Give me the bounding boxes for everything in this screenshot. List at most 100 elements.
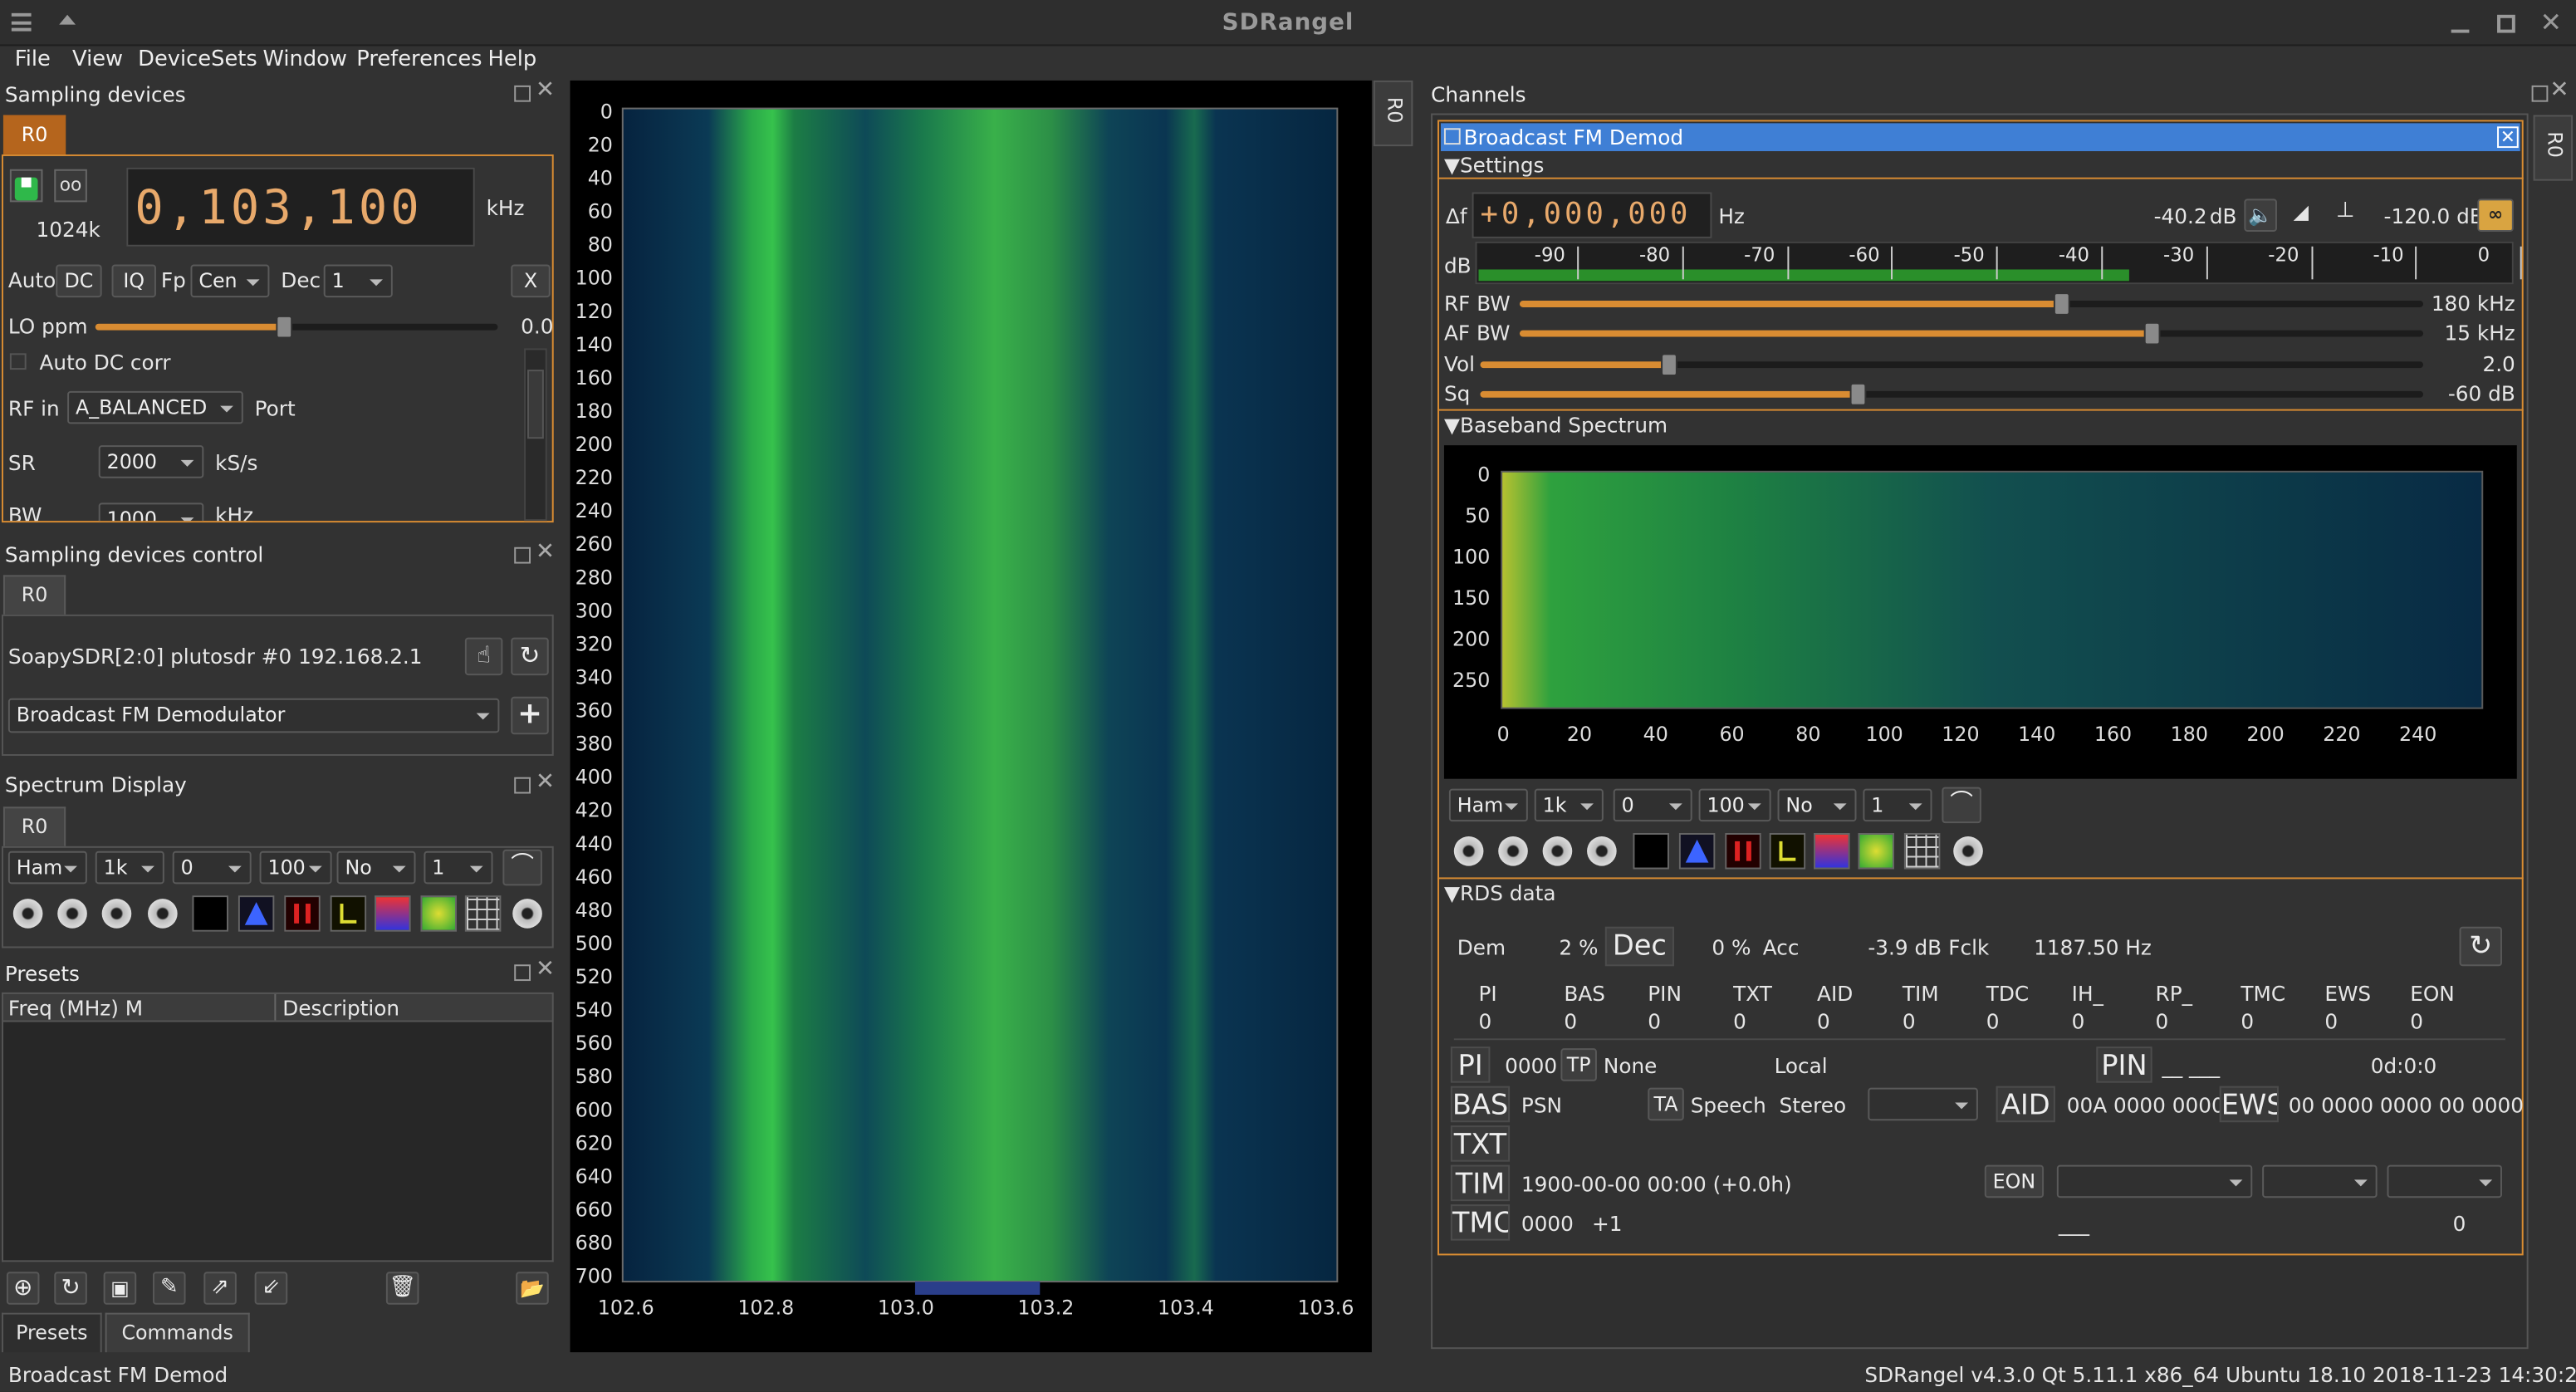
tab-channels-r0[interactable]: R0 <box>2533 115 2574 181</box>
dec-select[interactable]: 1 <box>323 264 393 298</box>
averaging-select[interactable]: No <box>336 850 416 885</box>
menu-file[interactable]: File <box>15 47 51 72</box>
range-select[interactable]: 100 <box>259 850 332 885</box>
max-hold-icon[interactable] <box>238 895 275 932</box>
linear-scale-icon[interactable]: ⌒ <box>502 849 542 886</box>
freq-column-header[interactable]: Freq (MHz) M <box>8 996 143 1021</box>
float-dock-icon[interactable] <box>2531 85 2549 102</box>
vertical-scrollbar[interactable] <box>524 348 547 522</box>
menu-view[interactable]: View <box>72 47 123 72</box>
signal-icon[interactable]: ◢ <box>2294 200 2309 223</box>
grid-intensity-knob[interactable] <box>148 899 178 929</box>
edit-icon[interactable]: ✎ <box>152 1272 186 1305</box>
add-channel-icon[interactable]: + <box>511 696 549 735</box>
close-dock-icon[interactable]: ✕ <box>536 769 555 796</box>
bb-avg-count-select[interactable]: 1 <box>1863 788 1932 822</box>
tab-device-control-r0[interactable]: R0 <box>2 575 66 615</box>
bb-ref-level-select[interactable]: 0 <box>1613 788 1692 822</box>
bb-waterfall-icon[interactable] <box>1814 833 1850 870</box>
bas-af-select[interactable] <box>1868 1087 1978 1121</box>
sr-select[interactable]: 2000 <box>98 445 204 478</box>
iq-button[interactable]: IQ <box>111 264 156 298</box>
fft-size-select[interactable]: 1k <box>95 850 164 885</box>
offset-frequency-dial[interactable]: +0,000,000 <box>1472 192 1712 238</box>
menu-preferences[interactable]: Preferences <box>356 47 482 72</box>
setting-slider[interactable] <box>1480 382 2424 406</box>
histogram-icon[interactable] <box>330 895 367 932</box>
decay-divisor-knob[interactable] <box>57 899 87 929</box>
ref-level-select[interactable]: 0 <box>172 850 252 885</box>
start-stop-button[interactable] <box>9 169 43 203</box>
eon-station-select[interactable] <box>2056 1164 2253 1198</box>
bb-decay-divisor-knob[interactable] <box>1498 836 1528 866</box>
waterfall-icon[interactable] <box>375 895 411 932</box>
link-icon[interactable]: ∞ <box>2477 199 2514 232</box>
speaker-icon[interactable]: 🔈 <box>2244 199 2277 232</box>
frequency-dial[interactable]: 0,103,100 <box>126 167 475 247</box>
rf-in-select[interactable]: A_BALANCED <box>67 390 243 424</box>
bw-select[interactable]: 1000 <box>98 502 204 522</box>
bb-grid-icon[interactable] <box>1903 833 1941 870</box>
waterfall-svg[interactable]: 0 20 40 60 80 100 120 140 160 180 200 220 240 260 280 3… <box>570 81 1371 1352</box>
bb-decay-knob[interactable] <box>1453 836 1484 866</box>
baseband-svg[interactable]: 0 50 100 150 200 250 0 20 40 60 80 100 120 140 160 180… <box>1444 445 2517 779</box>
close-channel-icon[interactable]: ✕ <box>2497 126 2519 149</box>
bb-window-select[interactable]: Ham <box>1448 788 1528 822</box>
tab-sampling-r0[interactable]: R0 <box>2 115 66 154</box>
channel-select[interactable]: Broadcast FM Demodulator <box>7 698 500 733</box>
bb-range-select[interactable]: 100 <box>1698 788 1771 822</box>
reset-rds-icon[interactable]: ↻ <box>2459 926 2502 967</box>
setting-slider[interactable] <box>1519 292 2424 316</box>
bb-linear-scale-icon[interactable]: ⌒ <box>1942 787 1981 824</box>
tab-commands[interactable]: Commands <box>105 1312 250 1353</box>
fp-select[interactable]: Cen <box>190 264 270 298</box>
dc-button[interactable]: DC <box>56 264 102 298</box>
float-dock-icon[interactable] <box>514 777 531 794</box>
tab-presets[interactable]: Presets <box>1 1312 102 1353</box>
close-dock-icon[interactable]: ✕ <box>536 956 555 983</box>
minimize-icon[interactable] <box>2451 29 2470 33</box>
current-icon[interactable] <box>284 895 321 932</box>
bb-level-knob[interactable] <box>1953 836 1983 866</box>
bb-grid-intensity-knob[interactable] <box>1587 836 1617 866</box>
new-preset-icon[interactable]: ⊕ <box>6 1272 40 1305</box>
eon-af-select[interactable] <box>2262 1164 2378 1198</box>
save-icon[interactable]: ▣ <box>103 1272 137 1305</box>
presets-list[interactable] <box>1 1022 554 1262</box>
close-dock-icon[interactable]: ✕ <box>536 539 555 566</box>
record-icon[interactable]: oo <box>54 169 87 203</box>
avg-count-select[interactable]: 1 <box>424 850 493 885</box>
export-icon[interactable]: ⇗ <box>203 1272 237 1305</box>
bb-histogram-icon[interactable] <box>1769 833 1806 870</box>
bb-fft-size-select[interactable]: 1k <box>1534 788 1604 822</box>
bb-max-hold-icon[interactable] <box>1678 833 1716 870</box>
menu-window[interactable]: Window <box>263 47 347 72</box>
squelch-icon[interactable]: ⊥ <box>2336 199 2354 223</box>
setting-slider[interactable] <box>1519 322 2424 346</box>
float-dock-icon[interactable] <box>514 547 531 564</box>
close-device-button[interactable]: X <box>511 264 551 298</box>
lo-ppm-slider[interactable] <box>95 315 498 339</box>
tab-waterfall-r0[interactable]: R0 <box>1373 80 1413 147</box>
clear-spectrum-icon[interactable] <box>192 895 228 932</box>
rds-rollup[interactable]: ▼RDS data <box>1444 880 1556 905</box>
spectrum-level-knob[interactable] <box>512 899 542 929</box>
bb-averaging-select[interactable]: No <box>1777 788 1857 822</box>
settings-rollup[interactable]: ▼Settings <box>1444 153 1544 178</box>
float-dock-icon[interactable] <box>514 964 531 982</box>
decay-knob[interactable] <box>12 899 43 929</box>
close-window-icon[interactable]: ✕ <box>2539 7 2562 38</box>
close-dock-icon[interactable]: ✕ <box>536 77 555 104</box>
bb-stroke-knob[interactable] <box>1542 836 1573 866</box>
reload-device-icon[interactable]: ↻ <box>511 637 549 676</box>
menu-help[interactable]: Help <box>488 47 537 72</box>
close-dock-icon[interactable]: ✕ <box>2549 77 2569 104</box>
demod-rollup-checkbox[interactable] <box>1443 128 1461 145</box>
auto-dc-checkbox[interactable] <box>9 353 27 370</box>
setting-slider[interactable] <box>1480 352 2424 376</box>
bb-clear-icon[interactable] <box>1633 833 1669 870</box>
delete-icon[interactable]: 🗑 <box>385 1272 419 1305</box>
update-preset-icon[interactable]: ↻ <box>54 1272 87 1305</box>
open-folder-icon[interactable]: 📂 <box>516 1272 549 1305</box>
load-preset-icon[interactable]: ⇙ <box>254 1272 288 1305</box>
